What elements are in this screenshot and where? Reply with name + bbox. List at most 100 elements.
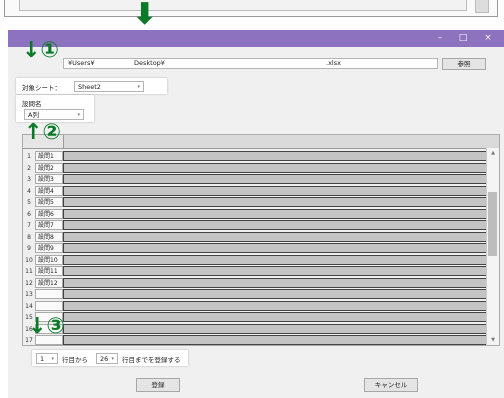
table-row[interactable]: 14	[23, 300, 487, 312]
value-cell[interactable]	[63, 220, 487, 230]
scroll-up-icon[interactable]: ▲	[487, 150, 499, 156]
close-button[interactable]: ×	[480, 32, 496, 44]
question-name-cell: 設問12	[35, 277, 63, 288]
background-window	[0, 0, 504, 30]
table-row[interactable]: 6 設問6	[23, 208, 487, 220]
start-row-dropdown[interactable]: 1 ▾	[36, 353, 58, 364]
top-arrow-annotation: ⬇	[132, 0, 158, 32]
question-value: A列	[28, 111, 39, 119]
sheet-label: 対象シート：	[22, 84, 61, 92]
end-row-dropdown[interactable]: 26 ▾	[96, 353, 118, 364]
chevron-down-icon: ▾	[77, 112, 80, 118]
table-row[interactable]: 2 設問2	[23, 162, 487, 174]
row-number: 1	[27, 153, 31, 160]
minimize-button[interactable]: –	[432, 32, 448, 44]
annotation-2: ↑②	[24, 120, 62, 145]
table-row[interactable]: 7 設問7	[23, 220, 487, 231]
grid-scrollbar[interactable]: ▲ ▼	[486, 148, 499, 345]
end-row-value: 26	[100, 355, 109, 363]
value-cell[interactable]	[63, 197, 487, 207]
row-number: 3	[27, 176, 31, 183]
row-number: 4	[27, 187, 31, 195]
question-name-cell: 設問11	[35, 266, 63, 276]
question-name-cell: 設問6	[35, 208, 63, 219]
scrollbar-thumb[interactable]	[488, 192, 497, 256]
table-row[interactable]: 4 設問4	[23, 185, 487, 197]
row-number: 12	[25, 279, 33, 287]
table-row[interactable]: 11 設問11	[23, 266, 487, 277]
question-name-cell: 設問4	[35, 185, 63, 196]
row-number: 11	[25, 268, 33, 275]
sheet-value: Sheet2	[78, 83, 101, 91]
row-number: 7	[27, 222, 31, 229]
path-ext: .xlsx	[326, 59, 341, 67]
annotation-1: ↓①	[22, 38, 60, 63]
row-number: 5	[27, 199, 31, 206]
value-cell[interactable]	[63, 231, 487, 242]
question-name-cell	[35, 300, 63, 311]
value-cell[interactable]	[63, 254, 487, 265]
question-name-cell: 設問1	[35, 151, 63, 161]
value-cell[interactable]	[63, 335, 487, 345]
value-cell[interactable]	[63, 162, 487, 173]
question-name-cell: 設問9	[35, 243, 63, 253]
table-row[interactable]: 16	[23, 323, 487, 335]
question-name-cell: 設問5	[35, 197, 63, 207]
question-selector-panel: 設問名 A列 ▾	[16, 95, 94, 122]
table-row[interactable]: 12 設問12	[23, 277, 487, 289]
table-row[interactable]: 1 設問1	[23, 151, 487, 162]
value-cell[interactable]	[63, 243, 487, 253]
value-cell[interactable]	[63, 185, 487, 196]
question-name-cell	[35, 289, 63, 299]
value-cell[interactable]	[63, 312, 487, 322]
question-name-cell: 設問10	[35, 254, 63, 265]
row-number: 14	[25, 302, 33, 310]
maximize-button[interactable]: □	[455, 32, 471, 44]
question-name-cell: 設問2	[35, 162, 63, 173]
value-cell[interactable]	[63, 277, 487, 288]
value-cell[interactable]	[63, 174, 487, 184]
chevron-down-icon: ▾	[137, 84, 140, 90]
table-row[interactable]: 13	[23, 289, 487, 300]
row-number: 10	[25, 256, 33, 264]
row-range-panel: 1 ▾ 行目から 26 ▾ 行目までを登録する	[32, 350, 188, 366]
question-name-cell: 設問3	[35, 174, 63, 184]
scroll-down-icon[interactable]: ▼	[487, 337, 499, 343]
table-row[interactable]: 15	[23, 312, 487, 323]
sheet-selector-panel: 対象シート： Sheet2 ▾	[16, 78, 167, 94]
path-user: ¥Users¥	[68, 59, 95, 67]
question-name-cell: 設問7	[35, 220, 63, 230]
table-row[interactable]: 10 設問10	[23, 254, 487, 266]
table-row[interactable]: 3 設問3	[23, 174, 487, 185]
question-dropdown[interactable]: A列 ▾	[24, 109, 84, 120]
browse-button[interactable]: 参照	[442, 58, 486, 70]
title-bar: – □ ×	[8, 30, 504, 47]
row-number: 2	[27, 164, 31, 172]
start-row-value: 1	[40, 355, 45, 363]
register-button[interactable]: 登録	[136, 378, 180, 392]
chevron-down-icon: ▾	[111, 356, 114, 362]
background-frame	[4, 0, 498, 17]
table-row[interactable]: 9 設問9	[23, 243, 487, 254]
question-grid[interactable]: 1 設問1 2 設問2 3 設問3 4 設問4 5 設問5 6 設問6 7 設問7 8 設問8 9 設問9 10 設問…	[22, 134, 500, 346]
value-cell[interactable]	[63, 151, 487, 161]
value-cell[interactable]	[63, 323, 487, 334]
path-desktop: Desktop¥	[134, 59, 165, 67]
to-label: 行目までを登録する	[122, 356, 181, 364]
background-panel	[19, 0, 467, 11]
value-cell[interactable]	[63, 266, 487, 276]
sheet-dropdown[interactable]: Sheet2 ▾	[74, 81, 144, 92]
question-label: 設問名	[22, 100, 42, 108]
file-path-field[interactable]: ¥Users¥ Desktop¥ .xlsx	[63, 58, 438, 69]
row-number: 13	[25, 291, 33, 298]
table-row[interactable]: 5 設問5	[23, 197, 487, 208]
value-cell[interactable]	[63, 289, 487, 299]
cancel-button[interactable]: キャンセル	[364, 378, 418, 392]
table-row[interactable]: 8 設問8	[23, 231, 487, 243]
question-name-cell: 設問8	[35, 231, 63, 242]
value-cell[interactable]	[63, 208, 487, 219]
table-row[interactable]: 17	[23, 335, 487, 345]
chevron-down-icon: ▾	[51, 356, 54, 362]
annotation-3: ↓③	[28, 314, 66, 339]
value-cell[interactable]	[63, 300, 487, 311]
